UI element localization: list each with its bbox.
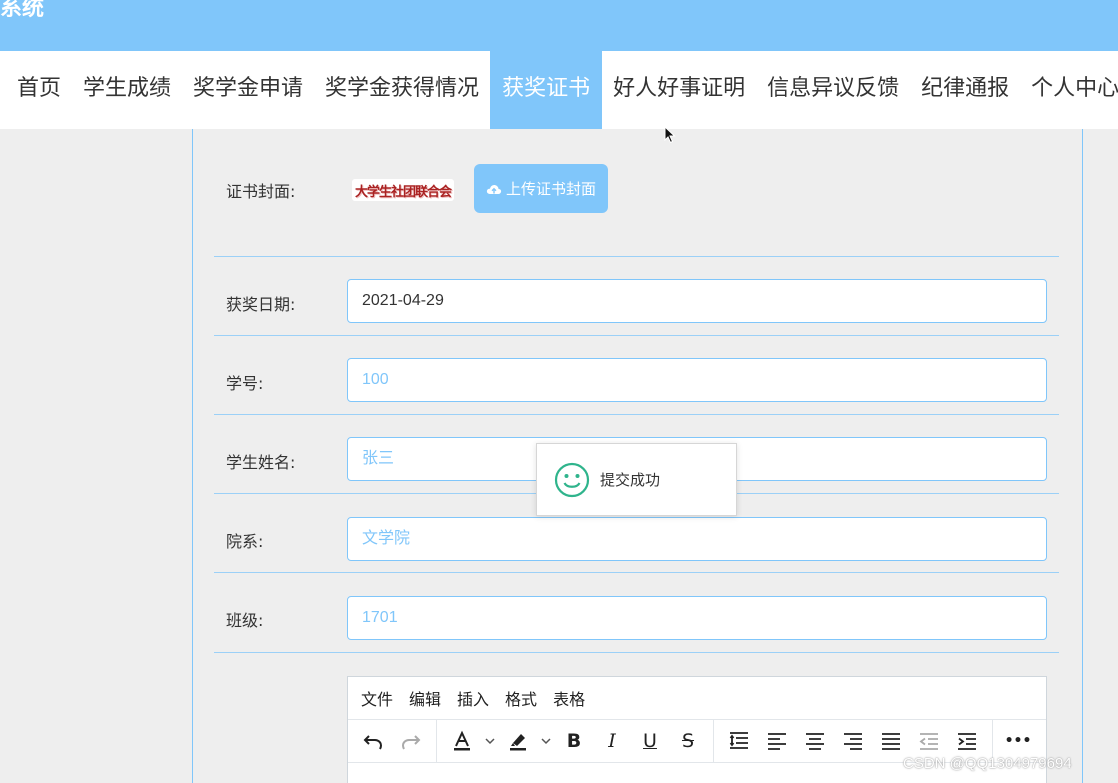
toolbar-group-format: B I U S bbox=[437, 719, 714, 763]
main-nav: 首页 学生成绩 奖学金申请 奖学金获得情况 获奖证书 好人好事证明 信息异议反馈… bbox=[0, 51, 1118, 129]
row-divider bbox=[214, 256, 1059, 257]
cloud-upload-icon bbox=[486, 184, 502, 194]
department-label: 院系: bbox=[226, 532, 264, 551]
student-id-label: 学号: bbox=[226, 374, 264, 393]
upload-cover-button[interactable]: 上传证书封面 bbox=[474, 164, 608, 213]
nav-item-student-scores[interactable]: 学生成绩 bbox=[72, 51, 182, 129]
nav-item-discipline[interactable]: 纪律通报 bbox=[910, 51, 1020, 129]
align-justify-icon[interactable] bbox=[872, 724, 910, 758]
upload-cover-label: 上传证书封面 bbox=[505, 180, 596, 198]
chevron-down-icon[interactable] bbox=[481, 724, 499, 758]
department-input[interactable]: 文学院 bbox=[347, 517, 1047, 561]
success-toast: 提交成功 bbox=[536, 443, 737, 516]
highlight-color-icon[interactable] bbox=[499, 724, 537, 758]
chevron-down-icon[interactable] bbox=[537, 724, 555, 758]
editor-menu-table[interactable]: 表格 bbox=[553, 686, 585, 710]
award-date-label: 获奖日期: bbox=[226, 295, 296, 314]
indent-icon[interactable] bbox=[948, 724, 986, 758]
editor-menu-format[interactable]: 格式 bbox=[505, 686, 537, 710]
toolbar-group-history bbox=[348, 719, 437, 763]
undo-icon[interactable] bbox=[354, 724, 392, 758]
underline-icon[interactable]: U bbox=[631, 724, 669, 758]
redo-icon[interactable] bbox=[392, 724, 430, 758]
row-divider bbox=[214, 335, 1059, 336]
align-right-icon[interactable] bbox=[834, 724, 872, 758]
nav-item-profile[interactable]: 个人中心 bbox=[1020, 51, 1118, 129]
class-input[interactable]: 1701 bbox=[347, 596, 1047, 640]
editor-menu-file[interactable]: 文件 bbox=[361, 686, 393, 710]
top-header: 系统 bbox=[0, 0, 1118, 51]
class-label: 班级: bbox=[226, 611, 264, 630]
brand-title: 系统 bbox=[0, 0, 45, 21]
line-height-icon[interactable] bbox=[720, 724, 758, 758]
smile-icon bbox=[554, 462, 590, 497]
strikethrough-icon[interactable]: S bbox=[669, 724, 707, 758]
nav-item-home[interactable]: 首页 bbox=[0, 51, 72, 129]
nav-item-scholarship-apply[interactable]: 奖学金申请 bbox=[182, 51, 314, 129]
row-divider bbox=[214, 414, 1059, 415]
nav-item-good-deeds[interactable]: 好人好事证明 bbox=[602, 51, 756, 129]
toast-message: 提交成功 bbox=[600, 471, 661, 489]
editor-menu-edit[interactable]: 编辑 bbox=[409, 686, 441, 710]
row-divider bbox=[214, 652, 1059, 653]
award-date-input[interactable]: 2021-04-29 bbox=[347, 279, 1047, 323]
student-id-input[interactable]: 100 bbox=[347, 358, 1047, 402]
certificate-cover-image: 大学生社团联合会 bbox=[352, 179, 454, 201]
editor-menubar: 文件 编辑 插入 格式 表格 bbox=[348, 677, 1046, 720]
bold-icon[interactable]: B bbox=[555, 724, 593, 758]
cover-label: 证书封面: bbox=[226, 182, 296, 201]
nav-item-scholarship-results[interactable]: 奖学金获得情况 bbox=[314, 51, 490, 129]
editor-menu-insert[interactable]: 插入 bbox=[457, 686, 489, 710]
text-color-icon[interactable] bbox=[443, 724, 481, 758]
row-divider bbox=[214, 572, 1059, 573]
nav-item-feedback[interactable]: 信息异议反馈 bbox=[756, 51, 910, 129]
align-left-icon[interactable] bbox=[758, 724, 796, 758]
watermark-text: CSDN @QQ1304979694 bbox=[903, 755, 1072, 772]
more-options-icon[interactable]: ••• bbox=[999, 724, 1037, 758]
nav-item-award-certificate[interactable]: 获奖证书 bbox=[490, 51, 603, 129]
align-center-icon[interactable] bbox=[796, 724, 834, 758]
student-name-label: 学生姓名: bbox=[226, 453, 296, 472]
outdent-icon[interactable] bbox=[910, 724, 948, 758]
italic-icon[interactable]: I bbox=[593, 724, 631, 758]
